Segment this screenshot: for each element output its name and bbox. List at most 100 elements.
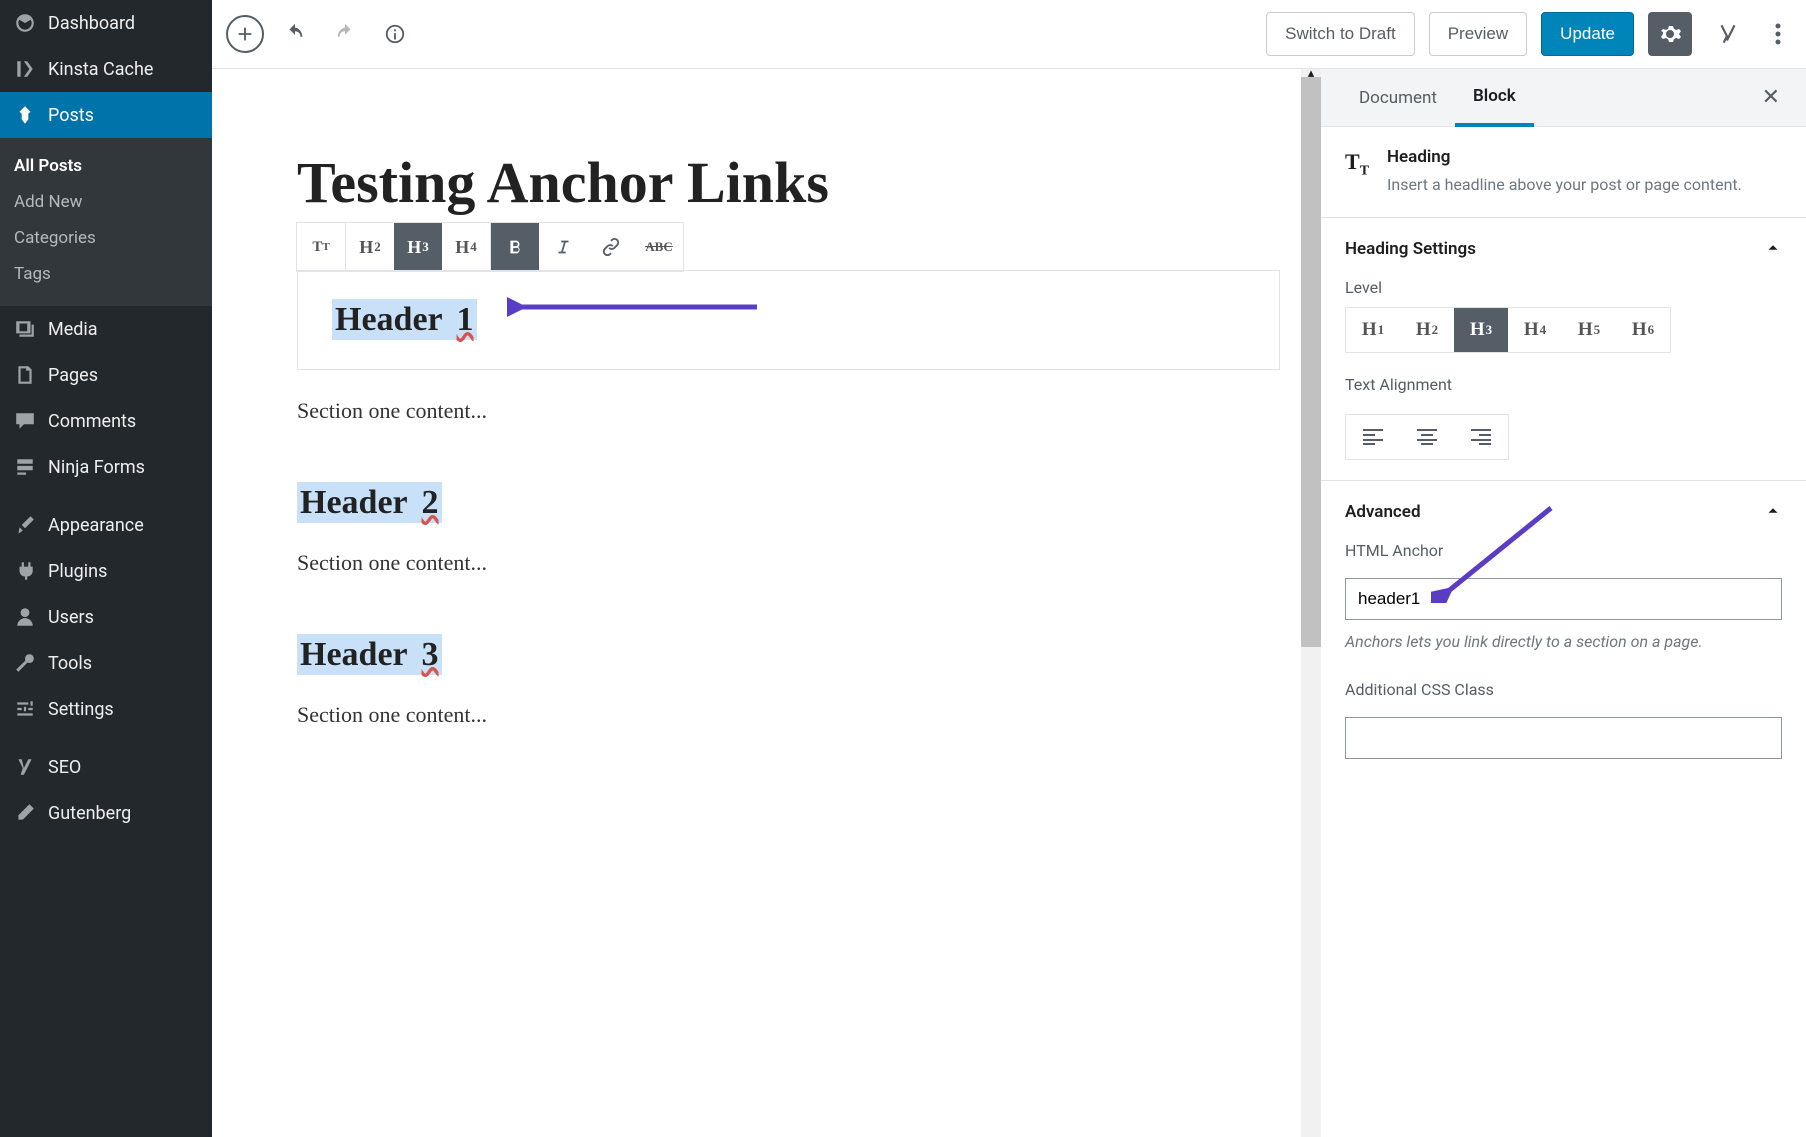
h3-button[interactable]: H3 (394, 223, 442, 271)
post-title[interactable]: Testing Anchor Links (297, 149, 1280, 216)
bold-button[interactable] (491, 223, 539, 271)
sidebar-label: Gutenberg (48, 803, 131, 824)
yoast-icon (12, 754, 38, 780)
annotation-arrow-icon (507, 292, 767, 322)
align-center-button[interactable] (1400, 415, 1454, 459)
block-type-icon[interactable]: TT (297, 223, 345, 271)
chevron-up-icon (1764, 501, 1782, 523)
close-sidebar-button[interactable]: ✕ (1756, 79, 1786, 116)
link-button[interactable] (587, 223, 635, 271)
heading-block[interactable]: Header 3 (297, 636, 1280, 674)
sidebar-item-plugins[interactable]: Plugins (0, 548, 212, 594)
level-h1[interactable]: H1 (1346, 308, 1400, 352)
sidebar-label: Users (48, 607, 94, 628)
sidebar-item-kinsta[interactable]: Kinsta Cache (0, 46, 212, 92)
align-right-button[interactable] (1454, 415, 1508, 459)
paragraph-block[interactable]: Section one content... (297, 398, 1280, 424)
settings-sidebar: ▴ Document Block ✕ TT Heading Insert a h… (1320, 69, 1806, 1137)
align-left-button[interactable] (1346, 415, 1400, 459)
sidebar-item-tools[interactable]: Tools (0, 640, 212, 686)
strikethrough-button[interactable]: ABC (635, 223, 683, 271)
wrench-icon (12, 650, 38, 676)
anchor-help-text: Anchors lets you link directly to a sect… (1345, 630, 1782, 654)
scrollbar-track[interactable]: ▴ (1301, 69, 1321, 1137)
css-class-input[interactable] (1345, 717, 1782, 759)
sidebar-item-settings[interactable]: Settings (0, 686, 212, 732)
block-type-desc: Insert a headline above your post or pag… (1387, 173, 1742, 197)
sidebar-label: Kinsta Cache (48, 59, 153, 80)
anchor-label: HTML Anchor (1345, 541, 1782, 560)
pin-icon (12, 102, 38, 128)
comments-icon (12, 408, 38, 434)
sidebar-tabs: Document Block ✕ (1321, 69, 1806, 127)
advanced-toggle[interactable]: Advanced (1345, 501, 1782, 523)
block-type-title: Heading (1387, 147, 1742, 167)
sidebar-sub-add-new[interactable]: Add New (0, 184, 212, 220)
forms-icon (12, 454, 38, 480)
update-button[interactable]: Update (1541, 12, 1634, 56)
sidebar-label: Comments (48, 411, 136, 432)
more-menu-button[interactable] (1764, 12, 1792, 56)
level-h6[interactable]: H6 (1616, 308, 1670, 352)
heading-settings-toggle[interactable]: Heading Settings (1345, 238, 1782, 260)
sidebar-sub-categories[interactable]: Categories (0, 220, 212, 256)
tab-block[interactable]: Block (1455, 70, 1534, 127)
chevron-up-icon (1764, 238, 1782, 260)
sidebar-submenu: All Posts Add New Categories Tags (0, 138, 212, 306)
advanced-panel: Advanced HTML Anchor Anchors lets you li… (1321, 481, 1806, 779)
switch-draft-button[interactable]: Switch to Draft (1266, 12, 1415, 56)
sidebar-sub-tags[interactable]: Tags (0, 256, 212, 292)
h4-button[interactable]: H4 (442, 223, 490, 271)
plug-icon (12, 558, 38, 584)
heading-settings-panel: Heading Settings Level H1 H2 H3 H4 H5 H6… (1321, 218, 1806, 481)
paragraph-block[interactable]: Section one content... (297, 550, 1280, 576)
sidebar-sub-all-posts[interactable]: All Posts (0, 148, 212, 184)
sidebar-item-media[interactable]: Media (0, 306, 212, 352)
h2-button[interactable]: H2 (346, 223, 394, 271)
level-h2[interactable]: H2 (1400, 308, 1454, 352)
pages-icon (12, 362, 38, 388)
preview-button[interactable]: Preview (1429, 12, 1527, 56)
block-intro-panel: TT Heading Insert a headline above your … (1321, 127, 1806, 218)
redo-button[interactable] (326, 15, 364, 53)
css-class-label: Additional CSS Class (1345, 680, 1782, 699)
add-block-button[interactable] (226, 15, 264, 53)
scroll-up-icon[interactable]: ▴ (1301, 69, 1321, 77)
sidebar-label: Posts (48, 105, 94, 126)
heading-block[interactable]: Header 2 (297, 484, 1280, 522)
brush-icon (12, 512, 38, 538)
scrollbar-thumb[interactable] (1301, 77, 1321, 647)
sidebar-item-posts[interactable]: Posts (0, 92, 212, 138)
sidebar-label: SEO (48, 757, 81, 778)
sidebar-item-pages[interactable]: Pages (0, 352, 212, 398)
yoast-button[interactable] (1706, 12, 1750, 56)
pencil-icon (12, 800, 38, 826)
editor-topbar: Switch to Draft Preview Update (212, 0, 1806, 69)
undo-button[interactable] (276, 15, 314, 53)
sidebar-item-dashboard[interactable]: Dashboard (0, 0, 212, 46)
sidebar-item-seo[interactable]: SEO (0, 744, 212, 790)
italic-button[interactable] (539, 223, 587, 271)
sidebar-item-users[interactable]: Users (0, 594, 212, 640)
editor-canvas: Testing Anchor Links TT H2 H3 H4 ABC Hea… (212, 69, 1320, 1137)
paragraph-block[interactable]: Section one content... (297, 702, 1280, 728)
level-h5[interactable]: H5 (1562, 308, 1616, 352)
sliders-icon (12, 696, 38, 722)
level-h3[interactable]: H3 (1454, 308, 1508, 352)
sidebar-item-gutenberg[interactable]: Gutenberg (0, 790, 212, 836)
heading-level-group: H1 H2 H3 H4 H5 H6 (1345, 307, 1671, 353)
settings-toggle-button[interactable] (1648, 12, 1692, 56)
user-icon (12, 604, 38, 630)
heading-block-selected[interactable]: TT H2 H3 H4 ABC Header 1 (297, 270, 1280, 370)
sidebar-label: Ninja Forms (48, 457, 145, 478)
html-anchor-input[interactable] (1345, 578, 1782, 620)
tab-document[interactable]: Document (1341, 69, 1455, 126)
sidebar-label: Dashboard (48, 13, 135, 34)
annotation-arrow-icon (1431, 503, 1561, 603)
sidebar-label: Settings (48, 699, 114, 720)
sidebar-item-comments[interactable]: Comments (0, 398, 212, 444)
info-button[interactable] (376, 15, 414, 53)
sidebar-item-ninja-forms[interactable]: Ninja Forms (0, 444, 212, 490)
sidebar-item-appearance[interactable]: Appearance (0, 502, 212, 548)
level-h4[interactable]: H4 (1508, 308, 1562, 352)
